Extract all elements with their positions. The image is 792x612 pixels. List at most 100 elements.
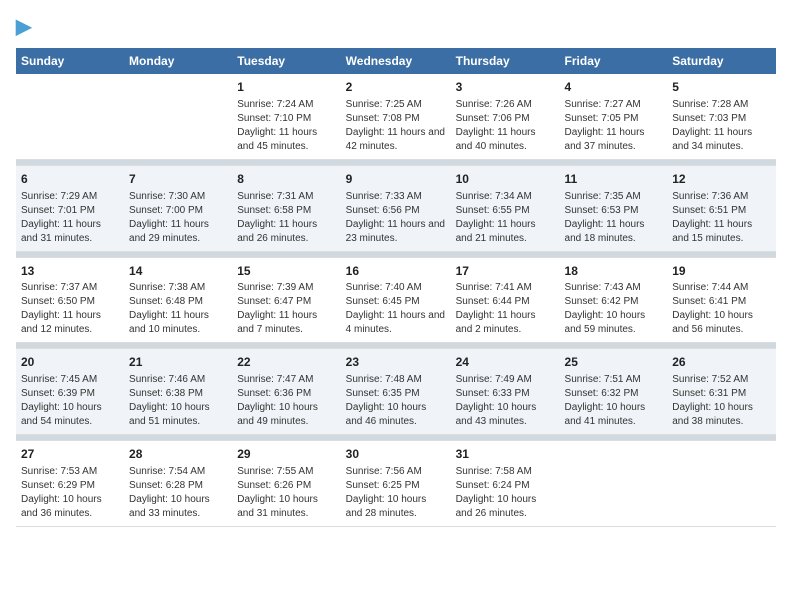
calendar-week-5: 27Sunrise: 7:53 AMSunset: 6:29 PMDayligh…: [16, 441, 776, 527]
day-number: 26: [672, 354, 771, 371]
calendar-cell-week4-day3: 22 Sunrise: 7:47 AMSunset: 6:36 PMDayligh…: [232, 349, 340, 435]
day-number: 10: [456, 171, 555, 188]
calendar-cell-week3-day6: 18Sunrise: 7:43 AMSunset: 6:42 PMDayligh…: [560, 257, 668, 343]
day-number: 29: [237, 446, 335, 463]
header-tuesday: Tuesday: [232, 48, 340, 74]
calendar-cell-week4-day2: 21 Sunrise: 7:46 AMSunset: 6:38 PMDayligh…: [124, 349, 232, 435]
day-info: Sunrise: 7:29 AMSunset: 7:01 PMDaylight:…: [21, 190, 119, 246]
calendar-cell-week3-day7: 19Sunrise: 7:44 AMSunset: 6:41 PMDayligh…: [667, 257, 776, 343]
header-monday: Monday: [124, 48, 232, 74]
day-info: Sunrise: 7:55 AMSunset: 6:26 PMDaylight:…: [237, 465, 335, 521]
calendar-cell-week3-day1: 13Sunrise: 7:37 AMSunset: 6:50 PMDayligh…: [16, 257, 124, 343]
day-info: Sunrise: 7:41 AMSunset: 6:44 PMDaylight:…: [456, 281, 555, 337]
day-info: Sunrise: 7:38 AMSunset: 6:48 PMDaylight:…: [129, 281, 227, 337]
calendar-cell-week5-day2: 28 Sunrise: 7:54 AMSunset: 6:28 PMDayligh…: [124, 441, 232, 527]
day-number: 12: [672, 171, 771, 188]
calendar-cell-week5-day5: 31Sunrise: 7:58 AMSunset: 6:24 PMDayligh…: [451, 441, 560, 527]
calendar-cell-week5-day3: 29 Sunrise: 7:55 AMSunset: 6:26 PMDayligh…: [232, 441, 340, 527]
day-number: 19: [672, 263, 771, 280]
day-info: Sunrise: 7:47 AMSunset: 6:36 PMDaylight:…: [237, 373, 335, 429]
day-number: 9: [346, 171, 446, 188]
day-number: 18: [565, 263, 663, 280]
calendar-cell-week4-day1: 20 Sunrise: 7:45 AMSunset: 6:39 PMDayligh…: [16, 349, 124, 435]
calendar-cell-week2-day4: 9 Sunrise: 7:33 AMSunset: 6:56 PMDaylight…: [341, 165, 451, 251]
day-number: 23: [346, 354, 446, 371]
day-info: Sunrise: 7:35 AMSunset: 6:53 PMDaylight:…: [565, 190, 663, 246]
day-info: Sunrise: 7:37 AMSunset: 6:50 PMDaylight:…: [21, 281, 119, 337]
day-info: Sunrise: 7:45 AMSunset: 6:39 PMDaylight:…: [21, 373, 119, 429]
day-number: 3: [456, 79, 555, 96]
header-friday: Friday: [560, 48, 668, 74]
day-info: Sunrise: 7:56 AMSunset: 6:25 PMDaylight:…: [346, 465, 446, 521]
day-number: 5: [672, 79, 771, 96]
calendar-cell-week5-day6: [560, 441, 668, 527]
day-info: Sunrise: 7:54 AMSunset: 6:28 PMDaylight:…: [129, 465, 227, 521]
calendar-cell-week1-day5: 3 Sunrise: 7:26 AMSunset: 7:06 PMDaylight…: [451, 74, 560, 159]
calendar-cell-week4-day5: 24 Sunrise: 7:49 AMSunset: 6:33 PMDayligh…: [451, 349, 560, 435]
day-info: Sunrise: 7:43 AMSunset: 6:42 PMDaylight:…: [565, 281, 663, 337]
calendar-table: SundayMondayTuesdayWednesdayThursdayFrid…: [16, 48, 776, 527]
day-number: 16: [346, 263, 446, 280]
calendar-cell-week1-day3: 1 Sunrise: 7:24 AMSunset: 7:10 PMDaylight…: [232, 74, 340, 159]
calendar-cell-week1-day7: 5 Sunrise: 7:28 AMSunset: 7:03 PMDaylight…: [667, 74, 776, 159]
day-number: 24: [456, 354, 555, 371]
day-number: 11: [565, 171, 663, 188]
day-info: Sunrise: 7:30 AMSunset: 7:00 PMDaylight:…: [129, 190, 227, 246]
day-number: 13: [21, 263, 119, 280]
page-header: ▶: [16, 16, 776, 38]
day-info: Sunrise: 7:40 AMSunset: 6:45 PMDaylight:…: [346, 281, 446, 337]
header-saturday: Saturday: [667, 48, 776, 74]
day-info: Sunrise: 7:27 AMSunset: 7:05 PMDaylight:…: [565, 98, 663, 154]
calendar-header-row: SundayMondayTuesdayWednesdayThursdayFrid…: [16, 48, 776, 74]
calendar-cell-week5-day4: 30 Sunrise: 7:56 AMSunset: 6:25 PMDayligh…: [341, 441, 451, 527]
day-number: 17: [456, 263, 555, 280]
day-number: 1: [237, 79, 335, 96]
calendar-cell-week2-day5: 10 Sunrise: 7:34 AMSunset: 6:55 PMDayligh…: [451, 165, 560, 251]
day-number: 4: [565, 79, 663, 96]
calendar-cell-week2-day7: 12 Sunrise: 7:36 AMSunset: 6:51 PMDayligh…: [667, 165, 776, 251]
day-number: 25: [565, 354, 663, 371]
day-info: Sunrise: 7:46 AMSunset: 6:38 PMDaylight:…: [129, 373, 227, 429]
calendar-cell-week4-day7: 26Sunrise: 7:52 AMSunset: 6:31 PMDayligh…: [667, 349, 776, 435]
day-number: 20: [21, 354, 119, 371]
day-info: Sunrise: 7:39 AMSunset: 6:47 PMDaylight:…: [237, 281, 335, 337]
calendar-cell-week3-day3: 15Sunrise: 7:39 AMSunset: 6:47 PMDayligh…: [232, 257, 340, 343]
calendar-cell-week1-day4: 2 Sunrise: 7:25 AMSunset: 7:08 PMDaylight…: [341, 74, 451, 159]
day-number: 21: [129, 354, 227, 371]
day-info: Sunrise: 7:28 AMSunset: 7:03 PMDaylight:…: [672, 98, 771, 154]
calendar-week-1: 1 Sunrise: 7:24 AMSunset: 7:10 PMDaylight…: [16, 74, 776, 159]
day-number: 15: [237, 263, 335, 280]
calendar-cell-week4-day4: 23Sunrise: 7:48 AMSunset: 6:35 PMDayligh…: [341, 349, 451, 435]
day-info: Sunrise: 7:51 AMSunset: 6:32 PMDaylight:…: [565, 373, 663, 429]
day-number: 30: [346, 446, 446, 463]
day-number: 14: [129, 263, 227, 280]
day-info: Sunrise: 7:44 AMSunset: 6:41 PMDaylight:…: [672, 281, 771, 337]
day-info: Sunrise: 7:34 AMSunset: 6:55 PMDaylight:…: [456, 190, 555, 246]
day-info: Sunrise: 7:49 AMSunset: 6:33 PMDaylight:…: [456, 373, 555, 429]
calendar-cell-week2-day6: 11 Sunrise: 7:35 AMSunset: 6:53 PMDayligh…: [560, 165, 668, 251]
header-sunday: Sunday: [16, 48, 124, 74]
calendar-week-4: 20 Sunrise: 7:45 AMSunset: 6:39 PMDayligh…: [16, 349, 776, 435]
day-info: Sunrise: 7:25 AMSunset: 7:08 PMDaylight:…: [346, 98, 446, 154]
day-number: 31: [456, 446, 555, 463]
day-number: 22: [237, 354, 335, 371]
calendar-cell-week3-day5: 17Sunrise: 7:41 AMSunset: 6:44 PMDayligh…: [451, 257, 560, 343]
day-info: Sunrise: 7:36 AMSunset: 6:51 PMDaylight:…: [672, 190, 771, 246]
day-info: Sunrise: 7:26 AMSunset: 7:06 PMDaylight:…: [456, 98, 555, 154]
day-info: Sunrise: 7:33 AMSunset: 6:56 PMDaylight:…: [346, 190, 446, 246]
day-number: 27: [21, 446, 119, 463]
calendar-cell-week4-day6: 25 Sunrise: 7:51 AMSunset: 6:32 PMDayligh…: [560, 349, 668, 435]
calendar-cell-week2-day3: 8Sunrise: 7:31 AMSunset: 6:58 PMDaylight…: [232, 165, 340, 251]
day-number: 7: [129, 171, 227, 188]
calendar-cell-week3-day4: 16Sunrise: 7:40 AMSunset: 6:45 PMDayligh…: [341, 257, 451, 343]
day-number: 28: [129, 446, 227, 463]
calendar-cell-week5-day1: 27Sunrise: 7:53 AMSunset: 6:29 PMDayligh…: [16, 441, 124, 527]
day-number: 2: [346, 79, 446, 96]
header-thursday: Thursday: [451, 48, 560, 74]
calendar-cell-week1-day6: 4 Sunrise: 7:27 AMSunset: 7:05 PMDaylight…: [560, 74, 668, 159]
day-info: Sunrise: 7:31 AMSunset: 6:58 PMDaylight:…: [237, 190, 335, 246]
day-info: Sunrise: 7:24 AMSunset: 7:10 PMDaylight:…: [237, 98, 335, 154]
calendar-cell-week1-day1: [16, 74, 124, 159]
calendar-cell-week3-day2: 14Sunrise: 7:38 AMSunset: 6:48 PMDayligh…: [124, 257, 232, 343]
calendar-cell-week5-day7: [667, 441, 776, 527]
